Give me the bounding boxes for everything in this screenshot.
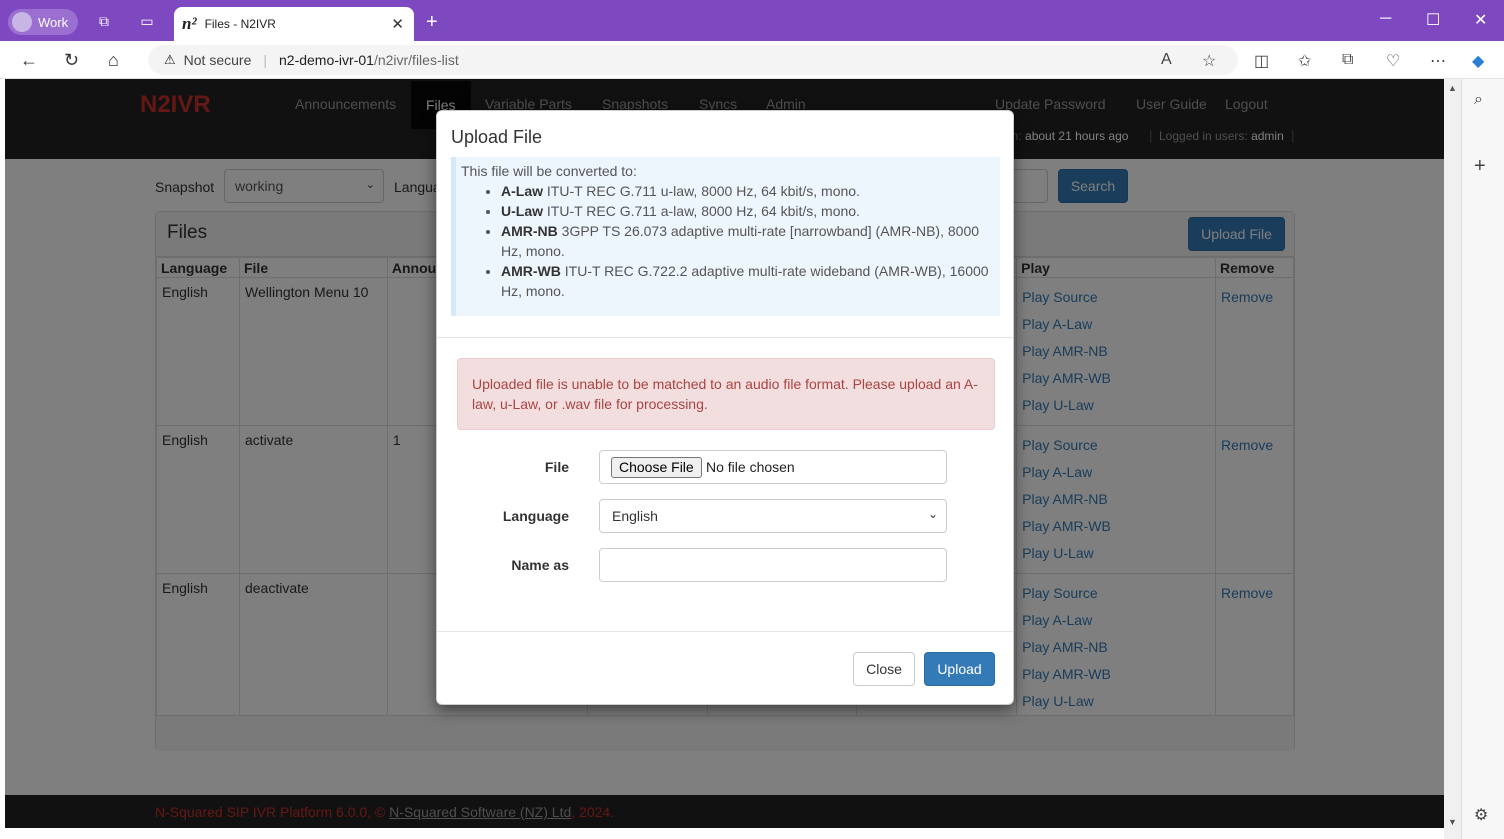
address-divider: |	[263, 52, 267, 68]
address-bar[interactable]: ⚠ Not secure | n2-demo-ivr-01 /n2ivr/fil…	[148, 45, 1238, 75]
browser-sidebar: ⌕ + ⚙	[1461, 79, 1504, 839]
avatar	[12, 12, 32, 32]
format-name: U-Law	[501, 203, 543, 219]
modal-title: Upload File	[451, 127, 543, 147]
scroll-up-icon[interactable]: ▲	[1448, 83, 1457, 93]
format-name: AMR-NB	[501, 223, 558, 239]
copilot-icon[interactable]: ◆	[1472, 51, 1484, 71]
format-item: A-Law ITU-T REC G.711 u-law, 8000 Hz, 64…	[501, 181, 1000, 201]
format-desc: ITU-T REC G.711 u-law, 8000 Hz, 64 kbit/…	[543, 183, 860, 199]
name-as-input[interactable]	[599, 548, 947, 582]
read-aloud-icon[interactable]: A	[1161, 51, 1172, 69]
choose-file-button[interactable]: Choose File	[611, 457, 702, 478]
error-alert: Uploaded file is unable to be matched to…	[457, 358, 995, 430]
refresh-icon[interactable]: ↻	[64, 50, 79, 71]
format-desc: 3GPP TS 26.073 adaptive multi-rate [narr…	[501, 223, 980, 259]
url-path: /n2ivr/files-list	[373, 52, 459, 68]
upload-button[interactable]: Upload	[924, 652, 995, 686]
browser-essentials-icon[interactable]: ♡	[1386, 51, 1400, 71]
format-item: U-Law ITU-T REC G.711 a-law, 8000 Hz, 64…	[501, 201, 1000, 221]
file-label: File	[544, 459, 569, 475]
back-icon[interactable]: ←	[20, 50, 38, 71]
search-icon[interactable]: ⌕	[1474, 91, 1483, 109]
browser-titlebar: Work ⧉ ▭ n² Files - N2IVR ✕ + ─ ☐ ✕	[0, 0, 1504, 41]
conversion-note: This file will be converted to: A-Law IT…	[451, 157, 1000, 316]
url-host: n2-demo-ivr-01	[279, 52, 374, 68]
minimize-icon[interactable]: ─	[1380, 10, 1391, 28]
modal-footer-divider	[437, 631, 1013, 632]
format-name: AMR-WB	[501, 263, 561, 279]
split-screen-icon[interactable]: ◫	[1254, 51, 1269, 71]
favorites-icon[interactable]: ✩	[1298, 51, 1311, 71]
language-label: Language	[502, 508, 569, 524]
collections-icon[interactable]: ⧉	[1342, 51, 1353, 69]
page-scrollbar[interactable]: ▲ ▼	[1444, 79, 1461, 839]
tab-title: Files - N2IVR	[204, 17, 276, 31]
format-item: AMR-NB 3GPP TS 26.073 adaptive multi-rat…	[501, 221, 1000, 261]
language-select[interactable]: English ⌄	[599, 499, 947, 533]
close-window-icon[interactable]: ✕	[1474, 10, 1487, 30]
security-label: Not secure	[183, 52, 252, 68]
chevron-down-icon: ⌄	[927, 507, 938, 521]
modal-divider	[437, 337, 1013, 338]
settings-gear-icon[interactable]: ⚙	[1474, 805, 1488, 825]
name-as-label: Name as	[511, 557, 569, 573]
format-desc: ITU-T REC G.711 a-law, 8000 Hz, 64 kbit/…	[543, 203, 860, 219]
format-list: A-Law ITU-T REC G.711 u-law, 8000 Hz, 64…	[461, 181, 1000, 301]
browser-toolbar: ← ↻ ⌂ ⚠ Not secure | n2-demo-ivr-01 /n2i…	[0, 41, 1504, 79]
profile-button[interactable]: Work	[8, 9, 79, 35]
format-desc: ITU-T REC G.722.2 adaptive multi-rate wi…	[501, 263, 989, 299]
scroll-down-icon[interactable]: ▼	[1448, 817, 1457, 827]
add-icon[interactable]: +	[1474, 155, 1486, 178]
maximize-icon[interactable]: ☐	[1426, 10, 1440, 30]
favorite-star-icon[interactable]: ☆	[1202, 51, 1216, 71]
close-tab-icon[interactable]: ✕	[391, 15, 404, 33]
new-tab-icon[interactable]: +	[426, 11, 438, 34]
warning-icon: ⚠	[164, 52, 176, 67]
upload-file-modal: Upload File This file will be converted …	[436, 110, 1014, 705]
workspaces-icon[interactable]: ⧉	[96, 13, 112, 29]
browser-tab[interactable]: n² Files - N2IVR ✕	[174, 7, 414, 41]
tab-actions-icon[interactable]: ▭	[139, 13, 155, 29]
more-menu-icon[interactable]: ⋯	[1430, 51, 1446, 71]
language-value: English	[612, 508, 658, 524]
home-icon[interactable]: ⌂	[108, 50, 119, 71]
format-item: AMR-WB ITU-T REC G.722.2 adaptive multi-…	[501, 261, 1000, 301]
format-name: A-Law	[501, 183, 543, 199]
no-file-text: No file chosen	[706, 459, 795, 475]
file-input[interactable]: Choose File No file chosen	[599, 450, 947, 484]
profile-label: Work	[38, 14, 69, 30]
conversion-intro: This file will be converted to:	[461, 163, 637, 179]
tab-favicon-icon: n²	[182, 14, 197, 33]
close-button[interactable]: Close	[853, 652, 915, 686]
